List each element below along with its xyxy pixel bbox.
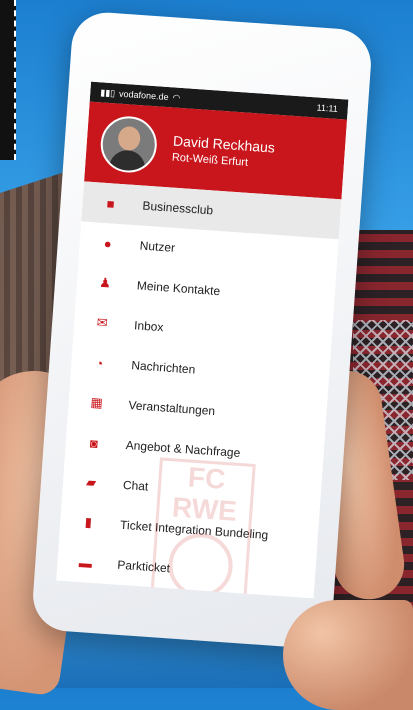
menu-item-label: Nutzer xyxy=(139,238,176,255)
background-corner-frame xyxy=(0,0,16,160)
calendar-icon: ▦ xyxy=(90,394,104,411)
clock: 11:11 xyxy=(316,102,339,114)
user-info: David Reckhaus Rot-Weiß Erfurt xyxy=(172,132,276,170)
watermark-crest xyxy=(166,530,235,599)
menu-item-label: Meine Kontakte xyxy=(136,278,221,299)
wifi-icon: ◠ xyxy=(172,91,181,103)
carrier-label: vodafone.de xyxy=(118,88,169,103)
watermark-text-rwe: RWE xyxy=(171,491,238,527)
phone-frame: ▮▮▯ vodafone.de ◠ 11:11 David Reckhaus R… xyxy=(30,10,374,650)
mail-icon: ✉ xyxy=(96,314,109,331)
menu-item-label: Inbox xyxy=(133,318,164,335)
menu-item-label: Angebot & Nachfrage xyxy=(125,437,241,460)
chat-icon: ▰ xyxy=(85,474,97,490)
document-icon: ▮ xyxy=(84,514,93,530)
menu-item-label: Businessclub xyxy=(142,198,214,218)
user-icon: ● xyxy=(103,235,113,251)
menu-item-label: Veranstaltungen xyxy=(128,398,216,419)
camera-icon: ◙ xyxy=(89,434,99,451)
navigation-menu: FC RWE ■ Businessclub ● Nutzer ♟ Meine K… xyxy=(56,181,342,599)
briefcase-icon: ■ xyxy=(106,195,116,212)
avatar-head xyxy=(117,125,141,152)
signal-icon: ▮▮▯ xyxy=(100,86,116,98)
avatar[interactable] xyxy=(98,114,159,175)
phone-screen: ▮▮▯ vodafone.de ◠ 11:11 David Reckhaus R… xyxy=(56,81,349,599)
hand-bottom-thumb xyxy=(283,600,413,710)
menu-item-label: Chat xyxy=(122,477,149,494)
rss-icon: ◔ xyxy=(95,355,104,371)
avatar-body xyxy=(108,149,147,175)
car-icon: ▬ xyxy=(78,554,93,571)
club-watermark: FC RWE xyxy=(149,457,256,599)
menu-item-label: Nachrichten xyxy=(130,358,196,377)
contacts-icon: ♟ xyxy=(98,274,112,291)
